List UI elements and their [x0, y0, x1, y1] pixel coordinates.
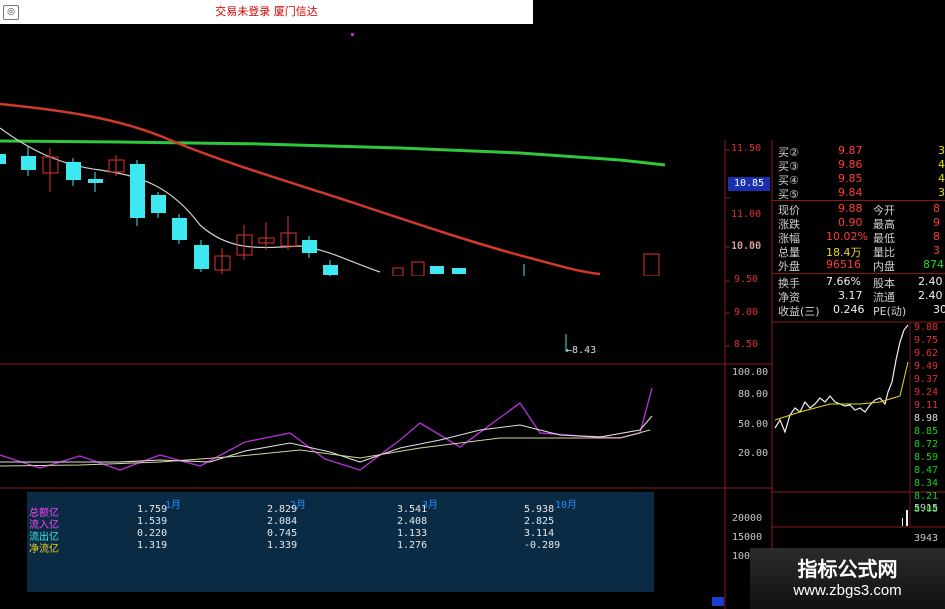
price-tick: 10.00: [731, 241, 762, 252]
intraday-vol-tick: 3943: [914, 533, 939, 544]
flow-cell: 2.825: [524, 516, 555, 527]
current-price-tag: 10.85: [728, 177, 770, 191]
indicator-tick: 20.00: [738, 448, 769, 459]
flow-cell: -0.289: [524, 540, 561, 551]
price-tick: 9.00: [734, 307, 759, 318]
indicator-tick: 50.00: [738, 419, 769, 430]
fund-flow-table: 总额亿 流入亿 流出亿 净流亿 1月 2月 3月 10月 1.759 1.539…: [27, 492, 654, 609]
indicator-tick: 100.00: [732, 367, 769, 378]
masked-area-center: [268, 276, 676, 334]
flow-cell: 1.539: [137, 516, 168, 527]
price-tick: 11.00: [731, 209, 762, 220]
masked-area-top-right: [533, 0, 945, 140]
flow-cell: 5.938: [524, 504, 555, 515]
intraday-price-line: [774, 324, 909, 434]
watermark-url: www.zbgs3.com: [793, 582, 902, 599]
volume-tick: 15000: [732, 532, 763, 543]
flow-cell: 1.133: [397, 528, 428, 539]
flow-month: 1月: [165, 500, 182, 511]
flow-cell: 3.541: [397, 504, 428, 515]
divider: [772, 273, 945, 274]
indicator-white-line: [0, 415, 653, 463]
flow-cell: 1.339: [267, 540, 298, 551]
low-price-marker: ←8.43: [566, 345, 597, 356]
flow-month: 10月: [555, 500, 578, 511]
indicator-purple-line: [0, 387, 653, 471]
quote-panel: 买② 9.87 3 买③ 9.86 4 买④ 9.85 4 买⑤ 9.84 3 …: [772, 140, 945, 322]
flow-label-net: 净流亿: [29, 544, 59, 555]
volume-tick: 20000: [732, 513, 763, 524]
flow-cell: 2.408: [397, 516, 428, 527]
price-tick: 11.50: [731, 143, 762, 154]
divider: [772, 200, 945, 201]
flow-cell: 3.114: [524, 528, 555, 539]
ma-mid-line: [0, 102, 601, 276]
indicator-tick: 80.00: [738, 389, 769, 400]
watermark-title: 指标公式网: [797, 557, 898, 581]
flow-cell: 1.319: [137, 540, 168, 551]
flow-cell: 0.220: [137, 528, 168, 539]
flow-cell: 2.829: [267, 504, 298, 515]
flow-cell: 2.084: [267, 516, 298, 527]
ma-long-line: [0, 139, 666, 167]
price-tick: 9.50: [734, 274, 759, 285]
scroll-icon[interactable]: [712, 597, 724, 606]
intraday-axis: 9.88 9.75 9.62 9.49 9.37 9.24 9.11 8.98 …: [914, 322, 939, 515]
flow-cell: 1.759: [137, 504, 168, 515]
flow-cell: 1.276: [397, 540, 428, 551]
ma-short-line: [0, 127, 381, 273]
indicator-yellow-line: [0, 429, 651, 467]
flow-cell: 0.745: [267, 528, 298, 539]
price-tick: 8.50: [734, 339, 759, 350]
intraday-vol-tick: 5915: [914, 503, 939, 514]
